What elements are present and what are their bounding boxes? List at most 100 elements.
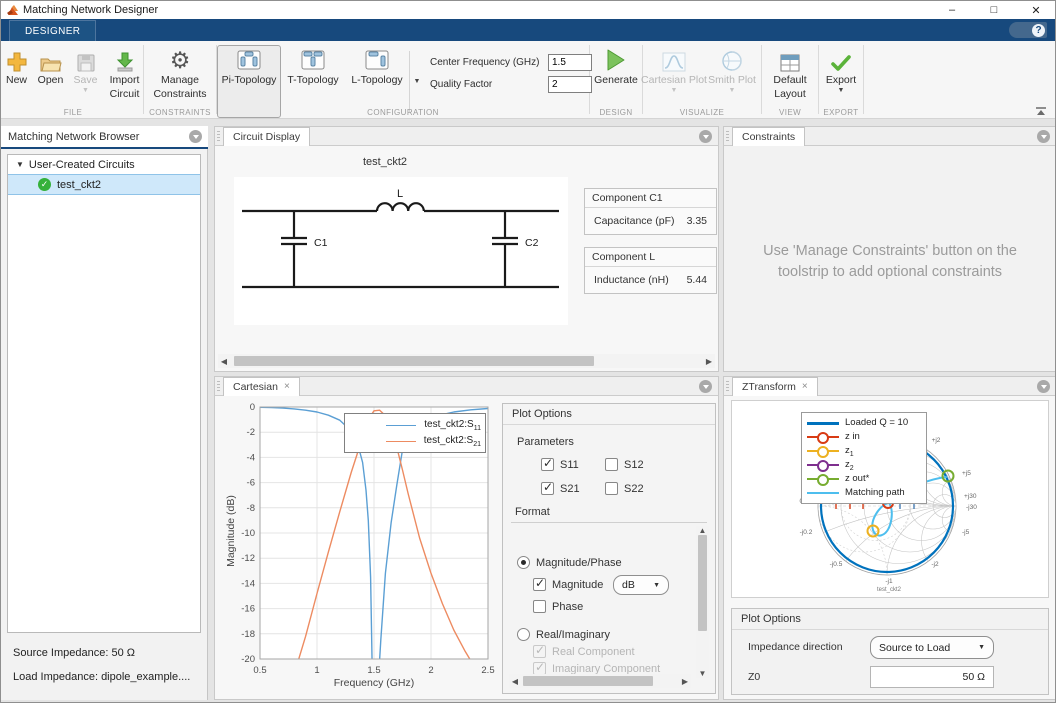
- legend-matching-path: Matching path: [807, 486, 921, 500]
- magnitude-checkbox[interactable]: [533, 576, 546, 591]
- smith-legend[interactable]: Loaded Q = 10 z in z1 z2 z out* Matching…: [801, 412, 927, 504]
- export-dropdown-icon[interactable]: ▼: [838, 87, 845, 94]
- s22-checkbox[interactable]: [605, 482, 618, 495]
- circuit-schematic[interactable]: L C1 C2: [234, 177, 568, 325]
- impedance-direction-dropdown[interactable]: Source to Load ▼: [870, 636, 994, 659]
- cartesian-panel: 0.5 1 1.5 2 2.5 0 -2 -4 -6 -8 -10 -12 -14 -16 -18 -20 M…: [214, 396, 719, 700]
- tab-close-icon[interactable]: ×: [802, 382, 808, 392]
- svg-text:-10: -10: [241, 528, 255, 539]
- scroll-thumb[interactable]: [234, 356, 594, 366]
- magnitude-unit-dropdown[interactable]: dB ▼: [613, 575, 669, 595]
- scroll-up-icon[interactable]: ▲: [697, 526, 709, 535]
- cap1-label: C1: [314, 237, 328, 249]
- scroll-left-icon[interactable]: ◀: [509, 677, 521, 686]
- s21-checkbox[interactable]: [541, 480, 554, 495]
- smith-caption: test_ckt2: [877, 587, 902, 593]
- panel-drag-handle[interactable]: [726, 381, 729, 391]
- open-button[interactable]: Open: [35, 46, 67, 86]
- checkbox-s21[interactable]: S21: [541, 480, 580, 495]
- tab-cartesian[interactable]: Cartesian ×: [223, 377, 300, 396]
- panel-drag-handle[interactable]: [217, 131, 220, 141]
- export-button[interactable]: Export ▼: [821, 46, 861, 94]
- cartesian-plot-dropdown-icon[interactable]: ▼: [671, 87, 678, 94]
- svg-text:-14: -14: [241, 578, 255, 589]
- group-label-file: FILE: [63, 108, 83, 117]
- tree-item-test-ckt2[interactable]: ✓ test_ckt2: [8, 174, 200, 195]
- quality-factor-input[interactable]: [548, 76, 592, 93]
- scroll-thumb[interactable]: [698, 535, 707, 631]
- legend-marker-icon: [817, 474, 829, 486]
- tab-designer[interactable]: DESIGNER: [9, 20, 97, 41]
- options-vscrollbar[interactable]: ▲ ▼: [696, 526, 709, 678]
- radio-real-imaginary[interactable]: Real/Imaginary: [517, 628, 610, 641]
- scroll-right-icon[interactable]: ▶: [703, 357, 715, 366]
- maximize-icon[interactable]: □: [973, 1, 1015, 19]
- s11-checkbox[interactable]: [541, 456, 554, 471]
- browser-panel-menu-icon[interactable]: [189, 130, 202, 143]
- tree-group-user-created-circuits[interactable]: ▼ User-Created Circuits: [8, 155, 200, 174]
- phase-checkbox[interactable]: [533, 600, 546, 613]
- checkbox-magnitude[interactable]: Magnitude: [533, 576, 603, 591]
- topology-gallery-dropdown-icon[interactable]: ▼: [409, 51, 424, 112]
- format-label: Format: [515, 506, 550, 518]
- svg-text:-20: -20: [241, 654, 255, 665]
- tab-circuit-display[interactable]: Circuit Display: [223, 127, 311, 146]
- help-button[interactable]: ?: [1009, 22, 1047, 38]
- center-frequency-input[interactable]: [548, 54, 592, 71]
- group-label-constraints: CONSTRAINTS: [149, 108, 211, 117]
- new-button[interactable]: New: [2, 46, 32, 86]
- generate-button[interactable]: Generate: [592, 46, 640, 86]
- inductance-value[interactable]: 5.44: [687, 274, 707, 286]
- svg-text:1.5: 1.5: [367, 665, 380, 676]
- tab-constraints[interactable]: Constraints: [732, 127, 806, 146]
- ztransform-panel-menu-icon[interactable]: [1037, 380, 1050, 393]
- scroll-right-icon[interactable]: ▶: [679, 677, 691, 686]
- scroll-down-icon[interactable]: ▼: [697, 669, 709, 678]
- minimize-icon[interactable]: –: [931, 1, 973, 19]
- tab-ztransform[interactable]: ZTransform ×: [732, 377, 818, 396]
- collapse-toolstrip-icon[interactable]: [1035, 107, 1047, 116]
- smith-plot-dropdown-icon[interactable]: ▼: [729, 87, 736, 94]
- circuit-hscrollbar[interactable]: ◀ ▶: [218, 354, 715, 368]
- checkbox-s12[interactable]: S12: [605, 458, 644, 471]
- magnitude-phase-radio[interactable]: [517, 556, 530, 569]
- circuit-tree: ▼ User-Created Circuits ✓ test_ckt2: [7, 154, 201, 633]
- cartesian-panel-menu-icon[interactable]: [699, 380, 712, 393]
- save-icon: [77, 46, 95, 72]
- group-label-design: DESIGN: [599, 108, 633, 117]
- save-button[interactable]: Save ▼: [70, 46, 102, 94]
- import-icon: [115, 46, 135, 72]
- expander-icon[interactable]: ▼: [16, 160, 24, 169]
- close-icon[interactable]: ✕: [1015, 1, 1055, 19]
- smith-plot-button[interactable]: Smith Plot ▼: [705, 46, 759, 94]
- import-circuit-button[interactable]: Import Circuit: [105, 46, 145, 101]
- panel-drag-handle[interactable]: [726, 131, 729, 141]
- scroll-thumb[interactable]: [523, 676, 653, 686]
- real-imaginary-radio[interactable]: [517, 628, 530, 641]
- divider: [511, 522, 707, 523]
- panel-drag-handle[interactable]: [217, 381, 220, 391]
- cartesian-plot-button[interactable]: Cartesian Plot ▼: [641, 46, 707, 94]
- svg-text:+j5: +j5: [962, 470, 971, 477]
- radio-magnitude-phase[interactable]: Magnitude/Phase: [517, 556, 622, 569]
- svg-text:-j2: -j2: [931, 561, 939, 568]
- z0-input[interactable]: 50 Ω: [870, 666, 994, 688]
- plot-legend[interactable]: test_ckt2:S11 test_ckt2:S21: [344, 413, 486, 453]
- checkbox-phase[interactable]: Phase: [533, 600, 583, 613]
- options-hscrollbar[interactable]: ◀ ▶: [509, 674, 691, 688]
- checkbox-s11[interactable]: S11: [541, 456, 579, 471]
- cartesian-chart: 0.5 1 1.5 2 2.5 0 -2 -4 -6 -8 -10 -12 -14 -16 -18 -20 M…: [216, 397, 508, 697]
- s12-checkbox[interactable]: [605, 458, 618, 471]
- circuit-panel-menu-icon[interactable]: [699, 130, 712, 143]
- save-dropdown-icon[interactable]: ▼: [82, 87, 89, 94]
- tab-close-icon[interactable]: ×: [284, 382, 290, 392]
- checkbox-s22[interactable]: S22: [605, 482, 644, 495]
- default-layout-button[interactable]: Default Layout: [765, 46, 815, 101]
- capacitance-value[interactable]: 3.35: [687, 215, 707, 227]
- constraints-panel-menu-icon[interactable]: [1037, 130, 1050, 143]
- scroll-left-icon[interactable]: ◀: [218, 357, 230, 366]
- plot-options-title: Plot Options: [503, 404, 715, 425]
- manage-constraints-button[interactable]: ⚙ Manage Constraints: [147, 46, 213, 101]
- svg-text:-6: -6: [247, 478, 255, 489]
- constraints-panel: Use 'Manage Constraints' button on the t…: [723, 146, 1055, 372]
